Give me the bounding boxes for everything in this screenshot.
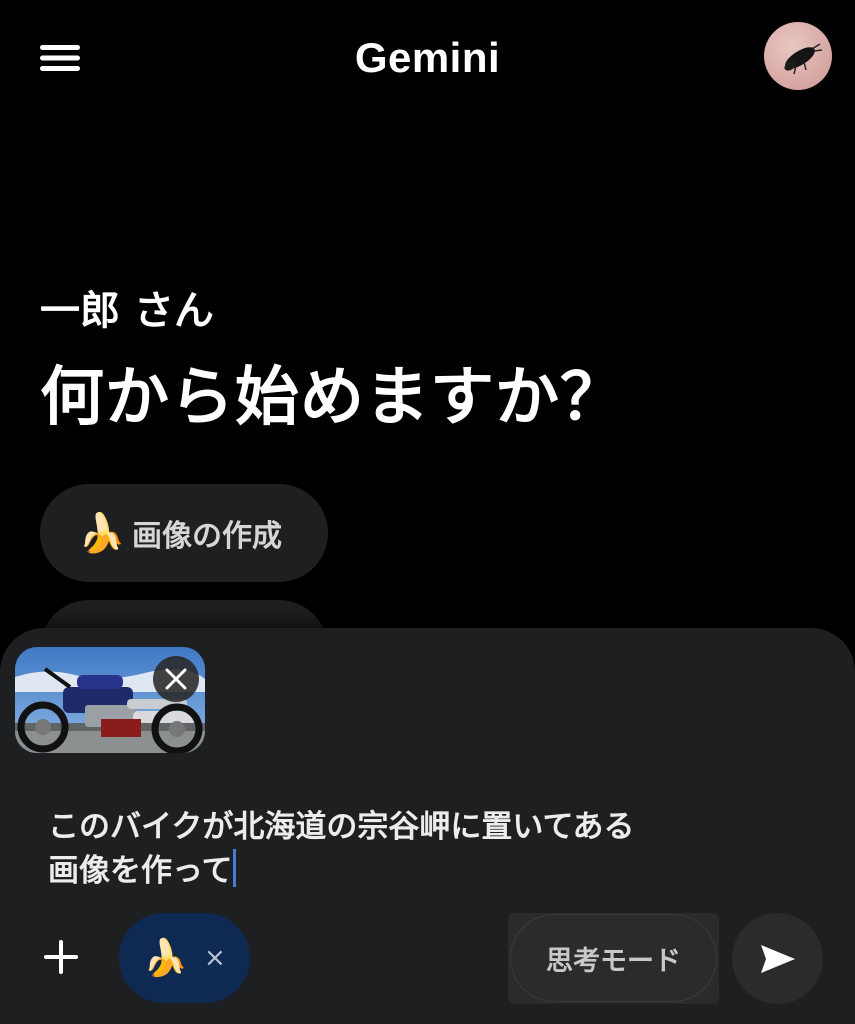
banana-icon: 🍌 (143, 938, 189, 979)
text-caret (233, 849, 237, 887)
add-button[interactable] (34, 930, 88, 984)
prompt-composer: このバイクが北海道の宗谷岬に置いてある 画像を作って 🍌 × 思考モード (0, 628, 855, 1024)
banana-icon: 🍌 (78, 510, 126, 555)
prompt-line-1: このバイクが北海道の宗谷岬に置いてある (48, 809, 635, 845)
profile-avatar[interactable] (764, 22, 832, 90)
remove-tool-icon[interactable]: × (204, 943, 226, 973)
close-icon (165, 668, 187, 690)
mode-button-wrapper: 思考モード (508, 913, 719, 1004)
app-title: Gemini (354, 34, 501, 81)
send-button[interactable] (732, 913, 823, 1004)
beetle-photo-icon (784, 43, 823, 75)
prompt-input[interactable]: このバイクが北海道の宗谷岬に置いてある 画像を作って (48, 806, 808, 893)
suggestion-create-image[interactable]: 🍌 画像の作成 (40, 484, 328, 582)
image-tool-chip[interactable]: 🍌 × (119, 913, 250, 1003)
thinking-mode-button[interactable]: 思考モード (510, 914, 717, 1002)
prompt-line-2: 画像を作って (48, 853, 233, 889)
send-icon (760, 944, 795, 973)
greeting-name: 一郎 さん (40, 288, 214, 334)
suggestion-label: 画像の作成 (132, 519, 282, 554)
remove-attachment-button[interactable] (153, 656, 199, 702)
gemini-app: Gemini 一郎 さん 何から始めますか？ 🍌 画像の作成 このバイクが北海道… (0, 0, 855, 1024)
plus-icon (44, 940, 78, 974)
greeting-question: 何から始めますか？ (40, 361, 625, 435)
